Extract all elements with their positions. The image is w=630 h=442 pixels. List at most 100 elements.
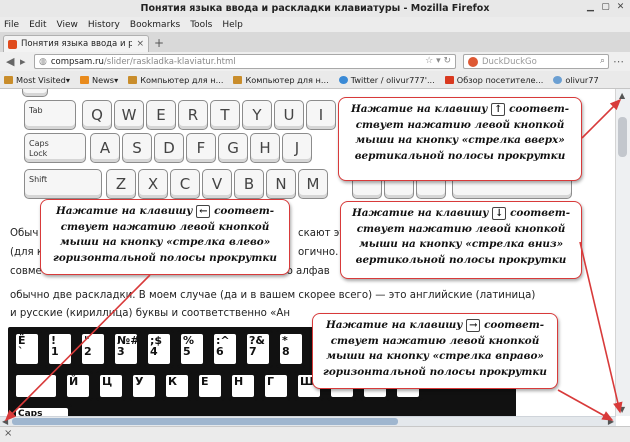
bookmarks-toolbar: Most Visited▾ News▾ Компьютер для н... К… xyxy=(0,71,630,89)
navigation-bar: ◀ ▸ ◍ compsam.ru/slider/raskladka-klavia… xyxy=(0,52,630,72)
tab-active[interactable]: Понятия языка ввода и раскл... × xyxy=(3,35,149,52)
search-placeholder: DuckDuckGo xyxy=(482,56,537,67)
menu-bookmarks[interactable]: Bookmarks xyxy=(130,20,180,30)
menu-view[interactable]: View xyxy=(57,20,78,30)
callout-right-arrow: Нажатие на клавишу → соответ- ствует наж… xyxy=(312,313,558,389)
search-bar[interactable]: DuckDuckGo ⌕ xyxy=(463,54,609,69)
bookmark-item[interactable]: Twitter / olivur777'... xyxy=(338,75,435,85)
bookmark-item[interactable]: Компьютер для н... xyxy=(128,75,223,85)
keyboard-key: Ц xyxy=(96,371,126,401)
forward-icon[interactable]: ▸ xyxy=(20,55,26,68)
keyboard-key: I xyxy=(306,100,336,130)
vertical-scroll-thumb[interactable] xyxy=(618,117,627,157)
keyboard-key: F xyxy=(186,133,216,163)
keyboard-key: ?& 7 xyxy=(243,330,273,368)
keyboard-key: A xyxy=(90,133,120,163)
callout-left-arrow: Нажатие на клавишу ← соответ- ствует наж… xyxy=(40,199,290,275)
red-icon xyxy=(444,75,454,84)
menu-help[interactable]: Help xyxy=(222,20,243,30)
toolbar-menu-icon[interactable]: ⋯ xyxy=(613,55,624,68)
keyboard-key: T xyxy=(210,100,240,130)
bookmark-item[interactable]: News▾ xyxy=(79,75,118,85)
site-identity-icon[interactable]: ◍ xyxy=(39,57,47,67)
tab-bar: Понятия языка ввода и раскл... × + xyxy=(0,32,630,53)
menu-tools[interactable]: Tools xyxy=(190,20,212,30)
tab-label: Понятия языка ввода и раскл... xyxy=(21,39,133,49)
scroll-left-arrow-icon[interactable]: ◀ xyxy=(2,417,8,426)
keyboard-key: Е xyxy=(195,371,225,401)
keyboard-key: J xyxy=(282,133,312,163)
keyboard-key: V xyxy=(202,169,232,199)
bookmark-item[interactable]: olivur77 xyxy=(553,75,599,85)
window-controls: ▁ ▢ ✕ xyxy=(585,2,626,13)
back-icon[interactable]: ◀ xyxy=(6,55,14,68)
keyboard-key: Y xyxy=(242,100,272,130)
keyboard-key: Shift xyxy=(24,169,102,199)
twitter-icon xyxy=(338,75,348,84)
close-findbar-icon[interactable]: × xyxy=(4,428,12,439)
keyboard-key: Tab xyxy=(24,100,76,130)
keyboard-key: S xyxy=(122,133,152,163)
callout-up-arrow: Нажатие на клавишу ↑ соответ- ствует наж… xyxy=(338,97,582,181)
scroll-right-arrow-icon[interactable]: ▶ xyxy=(608,417,614,426)
keyboard-key: X xyxy=(138,169,168,199)
scroll-up-arrow-icon[interactable]: ▲ xyxy=(619,91,625,100)
keyboard-key: N xyxy=(266,169,296,199)
keyboard-key: D xyxy=(154,133,184,163)
bookmark-item[interactable]: Обзор посетителе... xyxy=(444,75,543,85)
minimize-icon[interactable]: ▁ xyxy=(585,2,596,13)
window-title: Понятия языка ввода и раскладки клавиату… xyxy=(140,3,490,14)
bookmark-item[interactable]: Компьютер для н... xyxy=(233,75,329,85)
search-icon[interactable]: ⌕ xyxy=(600,56,605,66)
bookmark-star-icon[interactable]: ☆ ▾ ↻ xyxy=(425,56,451,66)
globe-icon xyxy=(553,75,563,84)
menu-edit[interactable]: Edit xyxy=(29,20,46,30)
up-arrow-key-icon: ↑ xyxy=(491,102,506,116)
url-path: /slider/raskladka-klaviatur.html xyxy=(103,56,236,67)
article-text-line: (для к огично. Н xyxy=(10,247,350,258)
keyboard-key: Q xyxy=(82,100,112,130)
article-text-line: совме ого алфав xyxy=(10,266,330,277)
keyboard-key: C xyxy=(170,169,200,199)
bookmark-item[interactable]: Most Visited▾ xyxy=(4,75,70,85)
keyboard-key: №# 3 xyxy=(111,330,141,368)
article-text-line: обычно две раскладки. В моем случае (да … xyxy=(10,290,536,301)
keyboard-key: U xyxy=(274,100,304,130)
article-text-line: Обыч скают эт xyxy=(10,228,346,239)
horizontal-scroll-thumb[interactable] xyxy=(12,418,398,425)
keyboard-key: M xyxy=(298,169,328,199)
rss-icon xyxy=(79,75,89,84)
site-favicon-icon xyxy=(8,39,17,49)
keyboard-key: Caps Lock xyxy=(24,133,86,163)
close-window-icon[interactable]: ✕ xyxy=(615,2,626,13)
keyboard-key: ;$ 4 xyxy=(144,330,174,368)
menu-history[interactable]: History xyxy=(88,20,120,30)
callout-down-arrow: Нажатие на клавишу ↓ соответ- ствует наж… xyxy=(340,201,582,279)
keyboard-key: Н xyxy=(228,371,258,401)
maximize-icon[interactable]: ▢ xyxy=(600,2,611,13)
keyboard-key: Ё ` xyxy=(12,330,42,368)
keyboard-key xyxy=(22,89,48,97)
left-arrow-key-icon: ← xyxy=(196,204,211,218)
article-text-line: и русские (кириллица) буквы и соответств… xyxy=(10,308,290,319)
vertical-scrollbar[interactable]: ▲ ▼ xyxy=(615,89,630,416)
menu-file[interactable]: File xyxy=(4,20,19,30)
menu-bar: File Edit View History Bookmarks Tools H… xyxy=(0,17,630,32)
keyboard-key: W xyxy=(114,100,144,130)
keyboard-key: К xyxy=(162,371,192,401)
keyboard-key: Z xyxy=(106,169,136,199)
keyboard-key: B xyxy=(234,169,264,199)
keyboard-key: :^ 6 xyxy=(210,330,240,368)
keyboard-key: * 8 xyxy=(276,330,306,368)
keyboard-key: " 2 xyxy=(78,330,108,368)
keyboard-key: % 5 xyxy=(177,330,207,368)
window-titlebar: Понятия языка ввода и раскладки клавиату… xyxy=(0,0,630,18)
duckduckgo-icon[interactable] xyxy=(468,56,478,67)
down-arrow-key-icon: ↓ xyxy=(492,206,507,220)
right-arrow-key-icon: → xyxy=(466,318,481,332)
scroll-down-arrow-icon[interactable]: ▼ xyxy=(619,405,625,414)
url-domain: compsam.ru xyxy=(50,56,104,67)
new-tab-icon[interactable]: + xyxy=(154,36,164,50)
url-bar[interactable]: ◍ compsam.ru/slider/raskladka-klaviatur.… xyxy=(34,54,456,69)
tab-close-icon[interactable]: × xyxy=(136,39,144,49)
